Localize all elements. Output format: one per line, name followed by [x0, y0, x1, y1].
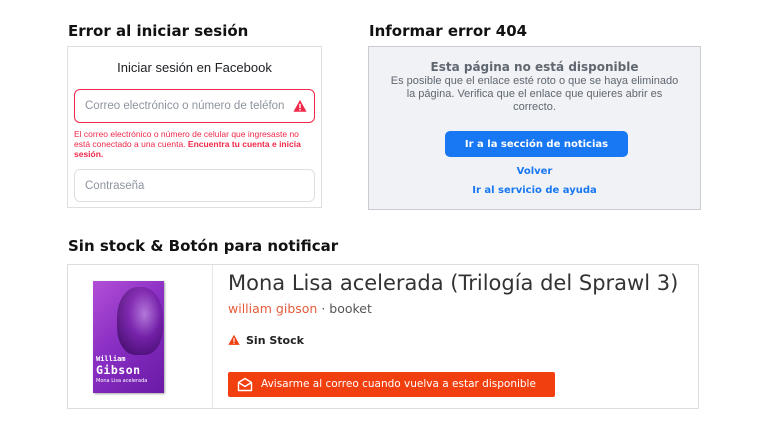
author-link[interactable]: william gibson: [228, 301, 317, 316]
cover-author-last: Gibson: [96, 363, 141, 377]
notify-me-button[interactable]: Avisarme al correo cuando vuelva a estar…: [228, 372, 555, 397]
out-of-stock-section-title: Sin stock & Botón para notificar: [68, 237, 339, 255]
warning-icon: [293, 99, 307, 112]
warning-icon: [228, 334, 240, 345]
stock-status: Sin Stock: [228, 334, 304, 347]
help-center-link[interactable]: Ir al servicio de ayuda: [369, 185, 700, 196]
notify-me-label: Avisarme al correo cuando vuelva a estar…: [261, 378, 536, 390]
email-error-message: El correo electrónico o número de celula…: [74, 129, 316, 159]
publisher-link[interactable]: booket: [329, 301, 372, 316]
page-unavailable-description: Es posible que el enlace esté roto o que…: [390, 75, 679, 113]
stock-status-label: Sin Stock: [246, 334, 304, 347]
cover-author-first: William: [96, 355, 126, 363]
product-title: Mona Lisa acelerada (Trilogía del Sprawl…: [228, 271, 679, 295]
back-link[interactable]: Volver: [369, 166, 700, 177]
book-cover-image[interactable]: William Gibson Mona Lisa acelerada: [93, 281, 164, 393]
login-heading: Iniciar sesión en Facebook: [117, 60, 272, 75]
meta-separator: ·: [317, 301, 330, 316]
page-unavailable-heading: Esta página no está disponible: [430, 60, 639, 74]
email-field[interactable]: [74, 89, 315, 123]
mail-icon: [237, 377, 253, 392]
login-panel: Iniciar sesión en Facebook El correo ele…: [67, 46, 322, 208]
news-feed-button[interactable]: Ir a la sección de noticias: [445, 131, 628, 157]
login-error-section-title: Error al iniciar sesión: [68, 22, 249, 40]
cover-face-art: [117, 287, 163, 355]
cover-subtitle: Mona Lisa acelerada: [96, 378, 148, 384]
product-meta: william gibson · booket: [228, 301, 372, 316]
password-input[interactable]: [85, 170, 305, 201]
password-field[interactable]: [74, 169, 315, 202]
product-card: William Gibson Mona Lisa acelerada Mona …: [67, 264, 699, 409]
product-image-column: William Gibson Mona Lisa acelerada: [68, 265, 213, 408]
email-input[interactable]: [85, 90, 285, 122]
page-unavailable-panel: Esta página no está disponible Es posibl…: [368, 46, 701, 210]
report-404-section-title: Informar error 404: [369, 22, 528, 40]
